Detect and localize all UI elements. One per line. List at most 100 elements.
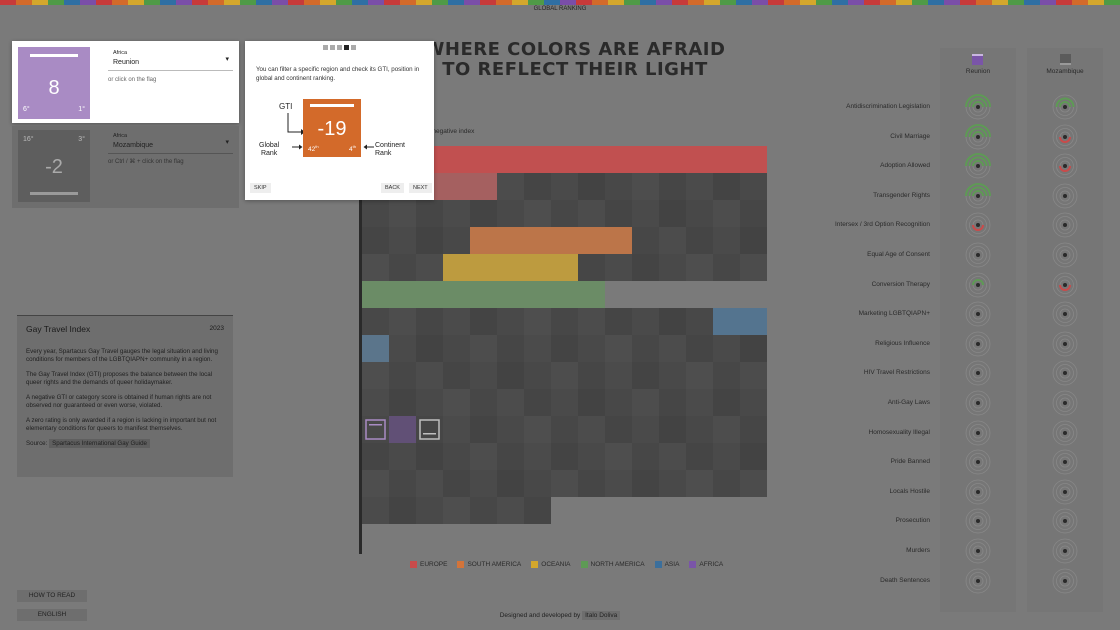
grid-cell[interactable] bbox=[551, 173, 578, 200]
grid-cell[interactable] bbox=[632, 389, 659, 416]
grid-cell[interactable] bbox=[686, 335, 713, 362]
grid-cell[interactable] bbox=[713, 416, 740, 443]
grid-cell[interactable] bbox=[605, 146, 632, 173]
grid-cell[interactable] bbox=[362, 281, 389, 308]
grid-cell[interactable] bbox=[362, 470, 389, 497]
grid-cell[interactable] bbox=[713, 254, 740, 281]
grid-cell[interactable] bbox=[416, 470, 443, 497]
grid-cell[interactable] bbox=[713, 227, 740, 254]
grid-cell[interactable] bbox=[470, 227, 497, 254]
grid-cell[interactable] bbox=[497, 200, 524, 227]
grid-cell[interactable] bbox=[713, 362, 740, 389]
grid-cell[interactable] bbox=[389, 389, 416, 416]
grid-cell[interactable] bbox=[362, 227, 389, 254]
grid-cell[interactable] bbox=[686, 146, 713, 173]
grid-cell[interactable] bbox=[497, 470, 524, 497]
grid-cell[interactable] bbox=[632, 362, 659, 389]
grid-cell[interactable] bbox=[470, 335, 497, 362]
grid-cell[interactable] bbox=[524, 389, 551, 416]
grid-cell[interactable] bbox=[740, 227, 767, 254]
grid-cell[interactable] bbox=[551, 335, 578, 362]
grid-cell[interactable] bbox=[605, 173, 632, 200]
grid-cell[interactable] bbox=[524, 173, 551, 200]
grid-cell[interactable] bbox=[389, 362, 416, 389]
grid-cell[interactable] bbox=[443, 308, 470, 335]
grid-cell[interactable] bbox=[389, 308, 416, 335]
legend-item[interactable]: NORTH AMERICA bbox=[580, 561, 645, 568]
grid-cell[interactable] bbox=[470, 281, 497, 308]
grid-cell[interactable] bbox=[362, 443, 389, 470]
grid-cell[interactable] bbox=[578, 416, 605, 443]
grid-cell[interactable] bbox=[632, 200, 659, 227]
grid-cell[interactable] bbox=[551, 362, 578, 389]
grid-cell[interactable] bbox=[524, 200, 551, 227]
grid-cell[interactable] bbox=[551, 389, 578, 416]
grid-cell[interactable] bbox=[389, 470, 416, 497]
grid-cell[interactable] bbox=[416, 497, 443, 524]
grid-cell[interactable] bbox=[659, 443, 686, 470]
grid-cell[interactable] bbox=[416, 362, 443, 389]
grid-cell[interactable] bbox=[551, 200, 578, 227]
grid-cell[interactable] bbox=[632, 416, 659, 443]
grid-cell[interactable] bbox=[686, 308, 713, 335]
grid-cell[interactable] bbox=[578, 200, 605, 227]
grid-cell[interactable] bbox=[578, 308, 605, 335]
grid-cell[interactable] bbox=[740, 173, 767, 200]
grid-cell[interactable] bbox=[443, 254, 470, 281]
grid-cell[interactable] bbox=[497, 254, 524, 281]
grid-cell[interactable] bbox=[605, 254, 632, 281]
grid-cell[interactable] bbox=[740, 416, 767, 443]
grid-cell[interactable] bbox=[713, 470, 740, 497]
grid-cell[interactable] bbox=[686, 200, 713, 227]
grid-cell[interactable] bbox=[389, 497, 416, 524]
grid-cell[interactable] bbox=[443, 362, 470, 389]
grid-cell[interactable] bbox=[443, 416, 470, 443]
legend-item[interactable]: ASIA bbox=[654, 561, 679, 568]
grid-cell[interactable] bbox=[632, 335, 659, 362]
grid-cell[interactable] bbox=[362, 497, 389, 524]
grid-cell[interactable] bbox=[443, 497, 470, 524]
primary-gti-tile[interactable]: 8 6° 1° bbox=[18, 47, 90, 119]
grid-cell[interactable] bbox=[470, 254, 497, 281]
legend-item[interactable]: EUROPE bbox=[410, 561, 447, 568]
grid-cell[interactable] bbox=[389, 281, 416, 308]
grid-cell[interactable] bbox=[578, 389, 605, 416]
grid-cell[interactable] bbox=[470, 443, 497, 470]
grid-cell[interactable] bbox=[686, 254, 713, 281]
grid-cell[interactable] bbox=[524, 416, 551, 443]
grid-cell[interactable] bbox=[524, 362, 551, 389]
grid-cell[interactable] bbox=[416, 335, 443, 362]
grid-cell[interactable] bbox=[551, 146, 578, 173]
grid-cell[interactable] bbox=[389, 254, 416, 281]
grid-cell[interactable] bbox=[524, 443, 551, 470]
grid-cell[interactable] bbox=[713, 308, 740, 335]
grid-cell[interactable] bbox=[578, 443, 605, 470]
grid-cell[interactable] bbox=[551, 254, 578, 281]
grid-cell[interactable] bbox=[497, 173, 524, 200]
grid-cell[interactable] bbox=[362, 362, 389, 389]
grid-cell[interactable] bbox=[524, 254, 551, 281]
grid-cell[interactable] bbox=[713, 146, 740, 173]
source-link[interactable]: Spartacus International Gay Guide bbox=[49, 439, 150, 448]
grid-cell[interactable] bbox=[605, 416, 632, 443]
grid-cell[interactable] bbox=[632, 254, 659, 281]
grid-cell[interactable] bbox=[443, 470, 470, 497]
grid-cell[interactable] bbox=[470, 470, 497, 497]
grid-cell[interactable] bbox=[389, 227, 416, 254]
grid-cell[interactable] bbox=[659, 362, 686, 389]
back-button[interactable]: BACK bbox=[381, 183, 404, 193]
grid-cell[interactable] bbox=[659, 173, 686, 200]
grid-cell[interactable] bbox=[632, 227, 659, 254]
grid-cell[interactable] bbox=[686, 227, 713, 254]
grid-cell[interactable] bbox=[416, 227, 443, 254]
grid-cell[interactable] bbox=[605, 335, 632, 362]
grid-cell[interactable] bbox=[470, 389, 497, 416]
grid-cell[interactable] bbox=[740, 443, 767, 470]
legend-item[interactable]: AFRICA bbox=[689, 561, 723, 568]
grid-cell[interactable] bbox=[551, 281, 578, 308]
grid-cell[interactable] bbox=[659, 227, 686, 254]
grid-cell[interactable] bbox=[416, 254, 443, 281]
grid-cell[interactable] bbox=[740, 335, 767, 362]
grid-cell[interactable] bbox=[443, 173, 470, 200]
grid-cell[interactable] bbox=[551, 227, 578, 254]
